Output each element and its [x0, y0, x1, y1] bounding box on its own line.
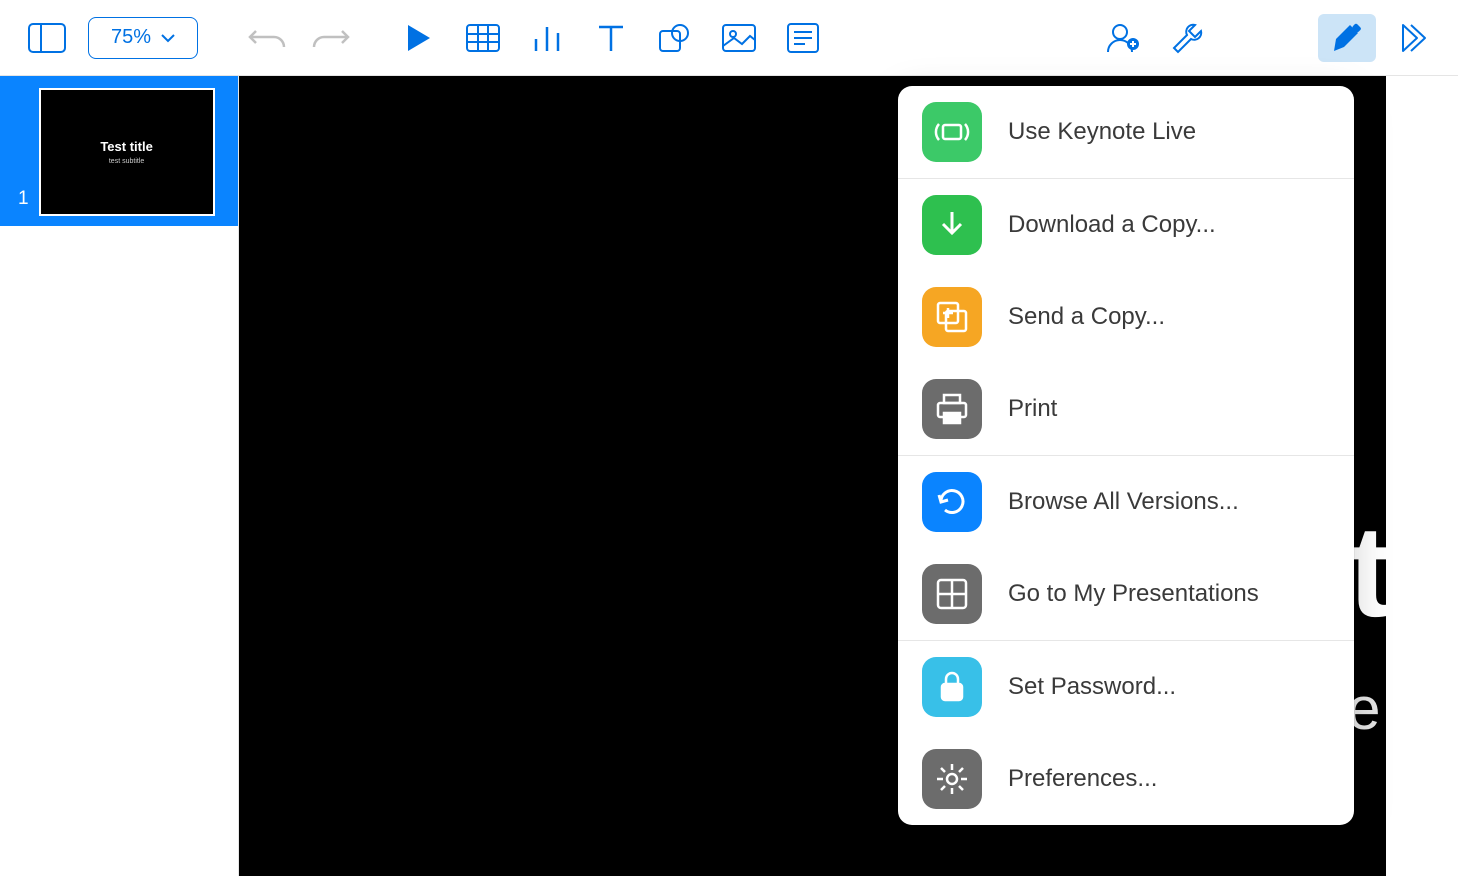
inspector-panel	[1386, 76, 1458, 876]
media-button[interactable]	[710, 14, 768, 62]
slide-preview: Test title test subtitle	[39, 88, 215, 216]
slide-navigator: 1 Test title test subtitle	[0, 76, 239, 876]
menu-label: Set Password...	[1008, 673, 1176, 701]
menu-label: Download a Copy...	[1008, 211, 1216, 239]
view-button[interactable]	[18, 14, 76, 62]
grid-icon	[922, 564, 982, 624]
menu-label: Print	[1008, 395, 1057, 423]
slide-thumb-1[interactable]: 1 Test title test subtitle	[0, 76, 238, 226]
zoom-select[interactable]: 75%	[88, 17, 198, 59]
menu-preferences[interactable]: Preferences...	[898, 733, 1354, 825]
menu-download[interactable]: Download a Copy...	[898, 178, 1354, 271]
undo-button[interactable]	[238, 14, 296, 62]
shape-button[interactable]	[646, 14, 704, 62]
collaborate-button[interactable]	[1094, 14, 1152, 62]
slide-number: 1	[18, 188, 29, 216]
menu-set-password[interactable]: Set Password...	[898, 640, 1354, 733]
thumb-subtitle: test subtitle	[109, 158, 144, 165]
send-icon	[922, 287, 982, 347]
menu-print[interactable]: Print	[898, 363, 1354, 455]
tools-popover: Use Keynote Live Download a Copy... Send…	[898, 86, 1354, 825]
menu-label: Send a Copy...	[1008, 303, 1165, 331]
menu-label: Use Keynote Live	[1008, 118, 1196, 146]
text-button[interactable]	[582, 14, 640, 62]
history-icon	[922, 472, 982, 532]
zoom-value: 75%	[111, 26, 151, 49]
chart-button[interactable]	[518, 14, 576, 62]
redo-button[interactable]	[302, 14, 360, 62]
table-button[interactable]	[454, 14, 512, 62]
menu-browse-versions[interactable]: Browse All Versions...	[898, 455, 1354, 548]
play-button[interactable]	[390, 14, 448, 62]
thumb-title: Test title	[100, 139, 153, 154]
format-button[interactable]	[1318, 14, 1376, 62]
menu-send[interactable]: Send a Copy...	[898, 271, 1354, 363]
menu-label: Go to My Presentations	[1008, 580, 1259, 608]
comment-button[interactable]	[774, 14, 832, 62]
menu-label: Preferences...	[1008, 765, 1157, 793]
menu-goto-presentations[interactable]: Go to My Presentations	[898, 548, 1354, 640]
gear-icon	[922, 749, 982, 809]
animate-button[interactable]	[1382, 14, 1440, 62]
toolbar: 75%	[0, 0, 1458, 76]
tools-button[interactable]	[1158, 14, 1216, 62]
chevron-down-icon	[161, 33, 175, 43]
menu-keynote-live[interactable]: Use Keynote Live	[898, 86, 1354, 178]
menu-label: Browse All Versions...	[1008, 488, 1239, 516]
print-icon	[922, 379, 982, 439]
download-icon	[922, 195, 982, 255]
broadcast-icon	[922, 102, 982, 162]
lock-icon	[922, 657, 982, 717]
